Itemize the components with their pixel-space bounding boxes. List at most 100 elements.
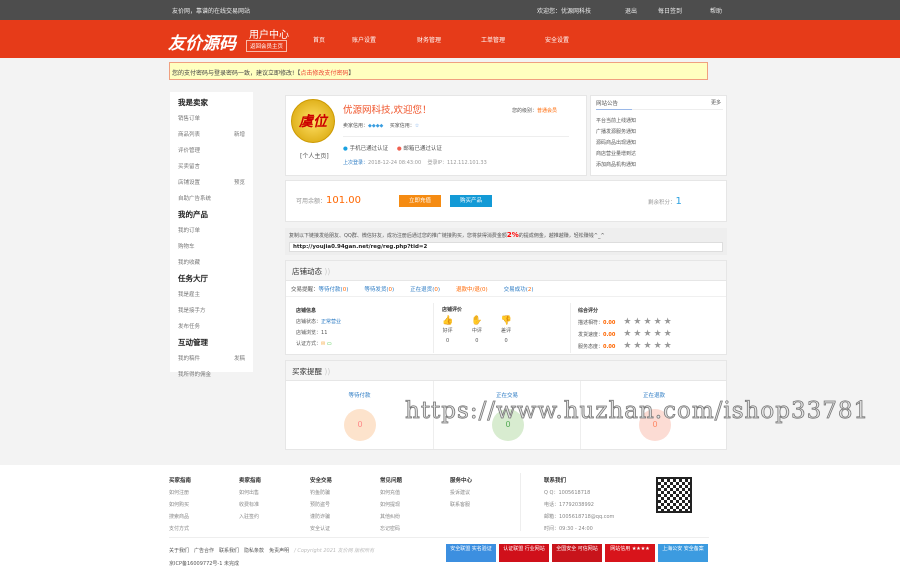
sidebar-item-label[interactable]: 自助广告系统 <box>178 192 211 208</box>
sidebar-item-label[interactable]: 我是雇主 <box>178 288 200 304</box>
footer-bottom-link[interactable]: 关于我们 <box>169 548 189 554</box>
footer-column-title: 常见问题 <box>380 478 403 484</box>
sidebar-item-label[interactable]: 我的订单 <box>178 224 200 240</box>
sidebar-item[interactable]: 购物车 <box>178 240 245 256</box>
reminder-link[interactable]: 交易成功(2) <box>504 287 534 293</box>
sidebar-item-label[interactable]: 我所得的佣金 <box>178 368 211 384</box>
footer-link[interactable]: 预防盗号 <box>310 499 332 511</box>
avatar[interactable]: 虞位 <box>291 99 335 143</box>
footer-link[interactable]: 投诉建议 <box>450 487 472 499</box>
sidebar-item[interactable]: 发布任务 <box>178 320 245 336</box>
sidebar-item-label[interactable]: 我的收藏 <box>178 256 200 272</box>
homepage-link[interactable]: [个人主页] <box>300 151 329 160</box>
trade-reminders: 交易提醒：等待付款(0) 等待发货(0) 正在退货(0) 退款中/退(0) 交易成功(2… <box>286 281 726 297</box>
buy-product-button[interactable]: 购买产品 <box>450 195 492 207</box>
sidebar-item-label[interactable]: 购物车 <box>178 240 195 256</box>
footer-column: 服务中心 投诉建议 联系客服 <box>450 475 472 511</box>
sidebar-item[interactable]: 我所得的佣金 <box>178 368 245 384</box>
sidebar-item-label[interactable]: 我的稿件 <box>178 352 200 368</box>
checkin-link[interactable]: 每日签到 <box>658 6 682 15</box>
nav-account[interactable]: 账户设置 <box>352 35 376 44</box>
footer-link[interactable]: 如何提现 <box>380 499 402 511</box>
footer-bottom-link[interactable]: 广告合作 <box>194 548 214 554</box>
nav-home[interactable]: 首页 <box>313 35 325 44</box>
nav-finance[interactable]: 财务管理 <box>417 35 441 44</box>
notice-item[interactable]: 广播发源服务通知 <box>596 127 636 138</box>
sidebar-item[interactable]: 店铺设置 预览 <box>178 176 245 192</box>
sidebar-item[interactable]: 自助广告系统 <box>178 192 245 208</box>
change-password-link[interactable]: 点击修改支付密码 <box>300 70 348 77</box>
buyer-reminder-title: 买家提醒 <box>292 367 322 376</box>
footer-link[interactable]: 安全认证 <box>310 523 332 535</box>
bad-count: 0 <box>504 338 508 344</box>
trust-badge[interactable]: 网站信用 ★★★★ <box>605 544 655 562</box>
notice-item[interactable]: 平台当前上线通知 <box>596 116 636 127</box>
sidebar-item[interactable]: 我的订单 <box>178 224 245 240</box>
sidebar-item-label[interactable]: 销售订单 <box>178 112 200 128</box>
contact-line: 电话：17792038992 <box>544 502 594 508</box>
nav-tickets[interactable]: 工单管理 <box>481 35 505 44</box>
sidebar-item[interactable]: 我是雇主 <box>178 288 245 304</box>
sidebar-item-label[interactable]: 买卖留言 <box>178 160 200 176</box>
sidebar-item-label[interactable]: 店铺设置 <box>178 176 200 192</box>
footer-link[interactable]: 联系客服 <box>450 499 472 511</box>
footer-bottom-link[interactable]: 隐私条款 <box>244 548 264 554</box>
trust-badge[interactable]: 认证联盟 行业网站 <box>499 544 549 562</box>
user-welcome[interactable]: 欢迎您：优源网科技 <box>537 6 591 15</box>
footer-link[interactable]: 忘记密码 <box>380 523 402 535</box>
logo[interactable]: 友价源码 <box>168 29 236 54</box>
footer-link[interactable]: 如何购买 <box>169 499 191 511</box>
sidebar-item-action[interactable]: 发稿 <box>234 352 245 368</box>
sidebar-item-label[interactable]: 评价管理 <box>178 144 200 160</box>
footer-bottom-link[interactable]: 免责声明 <box>269 548 289 554</box>
help-link[interactable]: 帮助 <box>710 6 722 15</box>
phone-auth-icon: ▭ <box>326 341 332 347</box>
footer-link[interactable]: 收费标准 <box>239 499 261 511</box>
nav-security[interactable]: 安全设置 <box>545 35 569 44</box>
sidebar-heading: 任务大厅 <box>178 274 208 283</box>
footer-link[interactable]: 如何充值 <box>380 487 402 499</box>
sidebar-item[interactable]: 销售订单 <box>178 112 245 128</box>
footer-link[interactable]: 支付方式 <box>169 523 191 535</box>
recharge-button[interactable]: 立即充值 <box>399 195 441 207</box>
footer-link[interactable]: 钓鱼防骗 <box>310 487 332 499</box>
footer-link[interactable]: 入驻签约 <box>239 511 261 523</box>
footer-link[interactable]: 如何注册 <box>169 487 191 499</box>
sidebar-item-label[interactable]: 发布任务 <box>178 320 200 336</box>
logout-link[interactable]: 退出 <box>625 6 637 15</box>
reminder-link[interactable]: 正在退货(0) <box>410 287 440 293</box>
notice-item[interactable]: 商店营业量增到达 <box>596 149 636 160</box>
contact-line: Q Q：1005618718 <box>544 490 591 496</box>
sidebar-item-label[interactable]: 商品列表 <box>178 128 200 144</box>
trust-badge[interactable]: 上海公安 安全备案 <box>658 544 708 562</box>
referral-url-input[interactable]: http://youjia0.94gan.net/reg/reg.php?tid… <box>289 242 723 252</box>
shop-status[interactable]: 正常营业 <box>321 319 341 325</box>
sidebar-item[interactable]: 评价管理 <box>178 144 245 160</box>
sidebar-item[interactable]: 我是接手方 <box>178 304 245 320</box>
notice-item[interactable]: 添加商品机构通知 <box>596 160 636 171</box>
score-row: 发货速度：0.00 ★★★★★ <box>578 329 674 341</box>
notice-more-link[interactable]: 更多 <box>711 99 721 106</box>
footer-bottom-link[interactable]: 联系我们 <box>219 548 239 554</box>
bad-label: 差评 <box>501 328 512 334</box>
sidebar-item-action[interactable]: 预览 <box>234 176 245 192</box>
footer-link[interactable]: 搜索商品 <box>169 511 191 523</box>
footer-link[interactable]: 如何出售 <box>239 487 261 499</box>
watermark: https://www.huzhan.com/ishop33781 <box>405 398 870 425</box>
sidebar-item-label[interactable]: 我是接手方 <box>178 304 206 320</box>
sidebar-item[interactable]: 商品列表 新增 <box>178 128 245 144</box>
footer-link[interactable]: 谨防诈骗 <box>310 511 332 523</box>
sidebar-item[interactable]: 我的收藏 <box>178 256 245 272</box>
reminder-link[interactable]: 等待付款(0) <box>319 287 349 293</box>
notice-item[interactable]: 源码商品出现通知 <box>596 138 636 149</box>
sidebar-item[interactable]: 买卖留言 <box>178 160 245 176</box>
reminder-link[interactable]: 等待发货(0) <box>364 287 394 293</box>
reminder-link[interactable]: 退款中/退(0) <box>456 287 488 293</box>
sidebar-item[interactable]: 我的稿件 发稿 <box>178 352 245 368</box>
footer-link[interactable]: 其他纠纷 <box>380 511 402 523</box>
sidebar-item-action[interactable]: 新增 <box>234 128 245 144</box>
trust-badge[interactable]: 全国安全 可信网站 <box>552 544 602 562</box>
trust-badge[interactable]: 安全联盟 实名验证 <box>446 544 496 562</box>
shop-dynamics-panel: 店铺动态 )) 交易提醒：等待付款(0) 等待发货(0) 正在退货(0) 退款中/退(… <box>285 260 727 355</box>
back-to-home-button[interactable]: 返回会员主页 <box>246 40 288 52</box>
